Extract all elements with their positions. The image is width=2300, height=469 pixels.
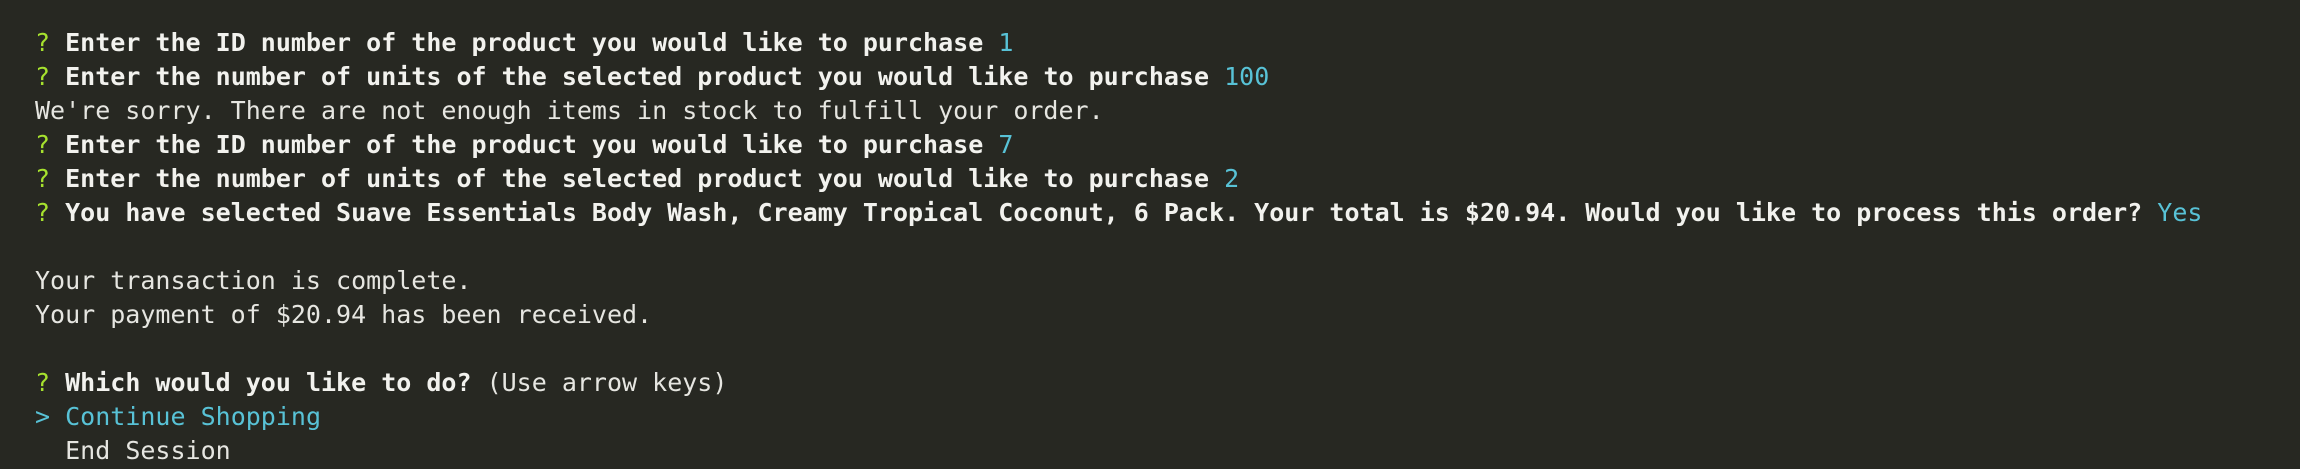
- prompt-line: ? Enter the ID number of the product you…: [35, 128, 2300, 162]
- prompt-question: Enter the ID number of the product you w…: [65, 28, 984, 57]
- menu-option-label: End Session: [65, 436, 231, 465]
- menu-option-end-session[interactable]: End Session: [35, 434, 2300, 468]
- terminal-window[interactable]: ? Enter the ID number of the product you…: [0, 0, 2300, 469]
- prompt-answer: 100: [1224, 62, 1270, 91]
- output-line: We're sorry. There are not enough items …: [35, 96, 1104, 125]
- prompt-answer: 2: [1224, 164, 1240, 193]
- prompt-answer: Yes: [2157, 198, 2203, 227]
- prompt-question: Enter the ID number of the product you w…: [65, 130, 984, 159]
- prompt-symbol: ?: [35, 28, 51, 57]
- output-line: Your transaction is complete.: [35, 266, 472, 295]
- prompt-line: ? You have selected Suave Essentials Bod…: [35, 196, 2300, 230]
- menu-option-label: Continue Shopping: [65, 402, 321, 431]
- output-line: Your payment of $20.94 has been received…: [35, 300, 653, 329]
- prompt-line: ? Enter the ID number of the product you…: [35, 26, 2300, 60]
- prompt-line: ? Enter the number of units of the selec…: [35, 60, 2300, 94]
- prompt-symbol: ?: [35, 62, 51, 91]
- menu-prompt: ? Which would you like to do? (Use arrow…: [35, 366, 2300, 400]
- prompt-line: ? Enter the number of units of the selec…: [35, 162, 2300, 196]
- prompt-question: Enter the number of units of the selecte…: [65, 164, 1210, 193]
- prompt-question: You have selected Suave Essentials Body …: [65, 198, 2143, 227]
- prompt-answer: 1: [998, 28, 1014, 57]
- prompt-symbol: ?: [35, 198, 51, 227]
- prompt-symbol: ?: [35, 130, 51, 159]
- menu-hint: (Use arrow keys): [486, 368, 728, 397]
- prompt-answer: 7: [998, 130, 1014, 159]
- prompt-question: Enter the number of units of the selecte…: [65, 62, 1210, 91]
- pointer-icon: >: [35, 402, 51, 431]
- prompt-symbol: ?: [35, 164, 51, 193]
- menu-question: Which would you like to do?: [65, 368, 472, 397]
- menu-option-continue-shopping[interactable]: > Continue Shopping: [35, 400, 2300, 434]
- prompt-symbol: ?: [35, 368, 51, 397]
